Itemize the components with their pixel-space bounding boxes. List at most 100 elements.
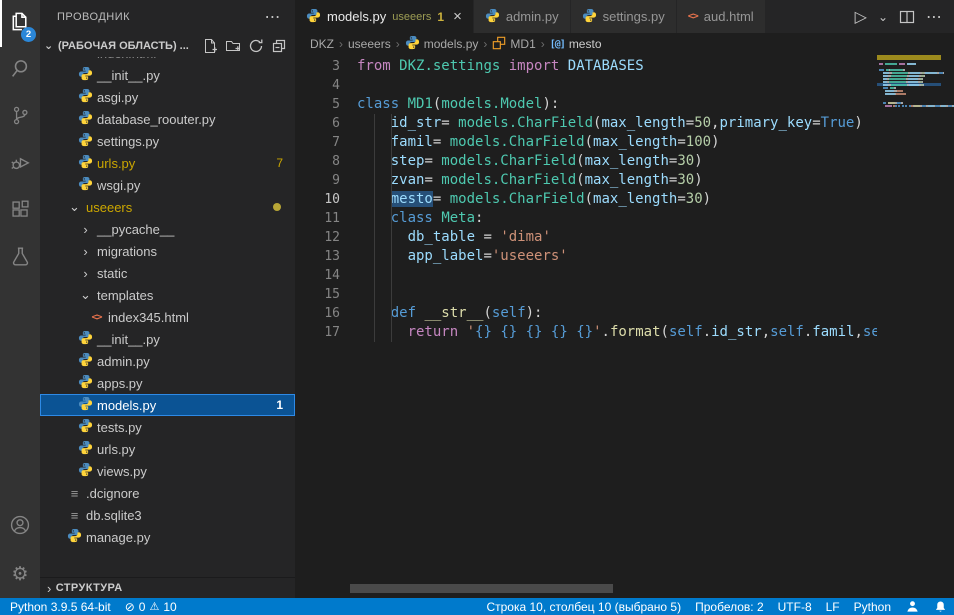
- line-content: class MD1(models.Model):: [357, 95, 559, 114]
- status-indentation[interactable]: Пробелов: 2: [688, 598, 771, 615]
- tree-folder-__pycache__[interactable]: ›__pycache__: [40, 218, 295, 240]
- tree-item-label: apps.py: [97, 376, 143, 391]
- tree-folder-migrations[interactable]: ›migrations: [40, 240, 295, 262]
- html-icon: <>: [91, 312, 101, 323]
- code-line-4[interactable]: 4: [295, 76, 877, 95]
- file-icon: ≡: [71, 508, 79, 523]
- run-dropdown-icon[interactable]: ⌄: [878, 10, 888, 24]
- activity-item-source-control[interactable]: [0, 94, 40, 141]
- code-line-17[interactable]: 17 return '{} {} {} {} {}'.format(self.i…: [295, 323, 877, 342]
- activity-item-manage[interactable]: ⚙: [0, 551, 40, 598]
- status-cursor-position[interactable]: Строка 10, столбец 10 (выбрано 5): [476, 598, 688, 615]
- new-folder-icon[interactable]: [225, 38, 241, 54]
- workspace-section-header[interactable]: ⌄ (РАБОЧАЯ ОБЛАСТЬ) ...: [40, 34, 295, 57]
- code-token: [559, 58, 567, 74]
- code-line-10[interactable]: 10 mesto= models.CharField(max_length=30…: [295, 190, 877, 209]
- tree-folder-templates[interactable]: ⌄templates: [40, 284, 295, 306]
- split-editor-icon[interactable]: [899, 9, 915, 25]
- activity-item-accounts[interactable]: [0, 504, 40, 551]
- status-problems[interactable]: ⊘0⚠10: [118, 598, 184, 615]
- activity-item-search[interactable]: [0, 47, 40, 94]
- status-python-interpreter[interactable]: Python 3.9.5 64-bit: [0, 598, 118, 615]
- tree-folder-useeers[interactable]: ⌄useeers: [40, 196, 295, 218]
- outline-section-header[interactable]: › СТРУКТУРА: [40, 577, 295, 598]
- warning-count: 10: [163, 600, 176, 614]
- line-number: 16: [295, 304, 340, 323]
- breadcrumb-item-models.py[interactable]: models.py: [405, 35, 479, 53]
- views-and-more-actions-icon[interactable]: ⋯: [265, 7, 282, 27]
- tree-file-models.py[interactable]: models.py1: [40, 394, 295, 416]
- code-content[interactable]: 3from DKZ.settings import DATABASES45cla…: [295, 57, 877, 598]
- tree-file-urls.py[interactable]: urls.py7: [40, 152, 295, 174]
- minimap[interactable]: [877, 55, 941, 107]
- tab-settings.py[interactable]: settings.py: [571, 0, 677, 33]
- tree-file-settings.py[interactable]: settings.py: [40, 130, 295, 152]
- class-icon: [492, 36, 506, 53]
- line-number: 11: [295, 209, 340, 228]
- code-token: (: [576, 153, 584, 169]
- close-tab-icon[interactable]: ×: [453, 9, 462, 24]
- code-line-5[interactable]: 5class MD1(models.Model):: [295, 95, 877, 114]
- breadcrumb-item-DKZ[interactable]: DKZ: [310, 37, 334, 51]
- code-line-14[interactable]: 14: [295, 266, 877, 285]
- code-line-12[interactable]: 12 db_table = 'dima': [295, 228, 877, 247]
- tree-file-admin.py[interactable]: admin.py: [40, 350, 295, 372]
- tree-folder-static[interactable]: ›static: [40, 262, 295, 284]
- tree-file-db.sqlite3[interactable]: ≡db.sqlite3: [40, 504, 295, 526]
- tree-file-apps.py[interactable]: apps.py: [40, 372, 295, 394]
- more-actions-icon[interactable]: ⋯: [926, 7, 942, 27]
- activity-item-run-and-debug[interactable]: [0, 141, 40, 188]
- tree-file-__init__.py[interactable]: __init__.py: [40, 328, 295, 350]
- status-bar-right: Строка 10, столбец 10 (выбрано 5)Пробело…: [476, 598, 954, 615]
- code-line-9[interactable]: 9 zvan= models.CharField(max_length=30): [295, 171, 877, 190]
- breadcrumb-item-mesto[interactable]: [@]mesto: [550, 37, 602, 51]
- tree-file-manage.py[interactable]: manage.py: [40, 526, 295, 548]
- activity-item-testing[interactable]: [0, 235, 40, 282]
- tree-file-__init__.py[interactable]: __init__.py: [40, 64, 295, 86]
- code-line-8[interactable]: 8 step= models.CharField(max_length=30): [295, 152, 877, 171]
- code-line-6[interactable]: 6 id_str= models.CharField(max_length=50…: [295, 114, 877, 133]
- refresh-explorer-icon[interactable]: [248, 38, 264, 54]
- code-line-11[interactable]: 11 class Meta:: [295, 209, 877, 228]
- tree-file-asgi.py[interactable]: asgi.py: [40, 86, 295, 108]
- tree-file-tests.py[interactable]: tests.py: [40, 416, 295, 438]
- horizontal-scrollbar[interactable]: [350, 584, 613, 593]
- html-icon-slot: <>: [88, 312, 105, 323]
- new-file-icon[interactable]: [202, 38, 218, 54]
- code-line-13[interactable]: 13 app_label='useeers': [295, 247, 877, 266]
- status-notifications[interactable]: [927, 598, 954, 615]
- tree-item-label: views.py: [97, 464, 147, 479]
- breadcrumb-item-useeers[interactable]: useeers: [348, 37, 391, 51]
- status-encoding[interactable]: UTF-8: [771, 598, 819, 615]
- breadcrumb-item-MD1[interactable]: MD1: [492, 36, 535, 53]
- code-line-7[interactable]: 7 famil= models.CharField(max_length=100…: [295, 133, 877, 152]
- tab-models.py[interactable]: models.pyuseeers1×: [295, 0, 474, 33]
- status-eol[interactable]: LF: [819, 598, 847, 615]
- tab-aud.html[interactable]: <>aud.html: [677, 0, 766, 33]
- code-token: max_length: [585, 172, 669, 188]
- status-feedback[interactable]: [898, 598, 927, 615]
- code-editor[interactable]: 3from DKZ.settings import DATABASES45cla…: [295, 55, 954, 598]
- code-line-15[interactable]: 15: [295, 285, 877, 304]
- tree-file-index.html[interactable]: ≡index.html: [40, 57, 295, 64]
- run-python-file-icon[interactable]: ▷: [855, 7, 867, 27]
- tree-file-database_roouter.py[interactable]: database_roouter.py: [40, 108, 295, 130]
- python-icon: [405, 35, 420, 53]
- activity-item-explorer[interactable]: 2: [0, 0, 40, 47]
- collapse-folders-icon[interactable]: [271, 38, 287, 54]
- tree-file-views.py[interactable]: views.py: [40, 460, 295, 482]
- tree-file-urls.py[interactable]: urls.py: [40, 438, 295, 460]
- code-line-3[interactable]: 3from DKZ.settings import DATABASES: [295, 57, 877, 76]
- tree-file-.dcignore[interactable]: ≡.dcignore: [40, 482, 295, 504]
- code-token: 'useeers': [492, 248, 568, 264]
- python-icon: [78, 88, 93, 106]
- tree-file-index345.html[interactable]: <>index345.html: [40, 306, 295, 328]
- folder-chevron: ⌄: [66, 199, 83, 215]
- selected-text: mesto: [391, 191, 433, 207]
- tab-admin.py[interactable]: admin.py: [474, 0, 571, 33]
- tree-file-wsgi.py[interactable]: wsgi.py: [40, 174, 295, 196]
- code-token: =: [433, 134, 450, 150]
- code-line-16[interactable]: 16 def __str__(self):: [295, 304, 877, 323]
- status-language-mode[interactable]: Python: [847, 598, 898, 615]
- activity-item-extensions[interactable]: [0, 188, 40, 235]
